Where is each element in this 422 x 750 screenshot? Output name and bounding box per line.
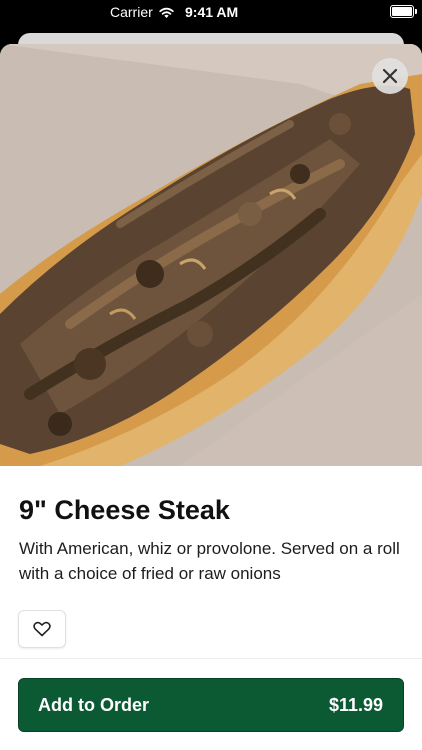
clock: 9:41 AM [185,4,239,20]
favorite-button[interactable] [18,610,66,648]
carrier-label: Carrier [110,4,153,20]
item-title: 9" Cheese Steak [19,495,230,525]
item-price: $11.99 [328,695,383,715]
add-to-order-button[interactable]: Add to Order $11.99 [18,678,404,732]
item-description: With American, whiz or provolone. Served… [19,539,400,583]
add-to-order-label: Add to Order [38,695,149,715]
close-icon [382,68,398,84]
status-bar: Carrier 9:41 AM [0,0,422,26]
item-photo [0,44,422,466]
item-detail-sheet: 9" Cheese Steak With American, whiz or p… [0,44,422,750]
wifi-icon [159,7,174,18]
battery-icon [390,5,417,18]
divider [0,658,422,659]
heart-icon [33,621,51,637]
close-button[interactable] [372,58,408,94]
